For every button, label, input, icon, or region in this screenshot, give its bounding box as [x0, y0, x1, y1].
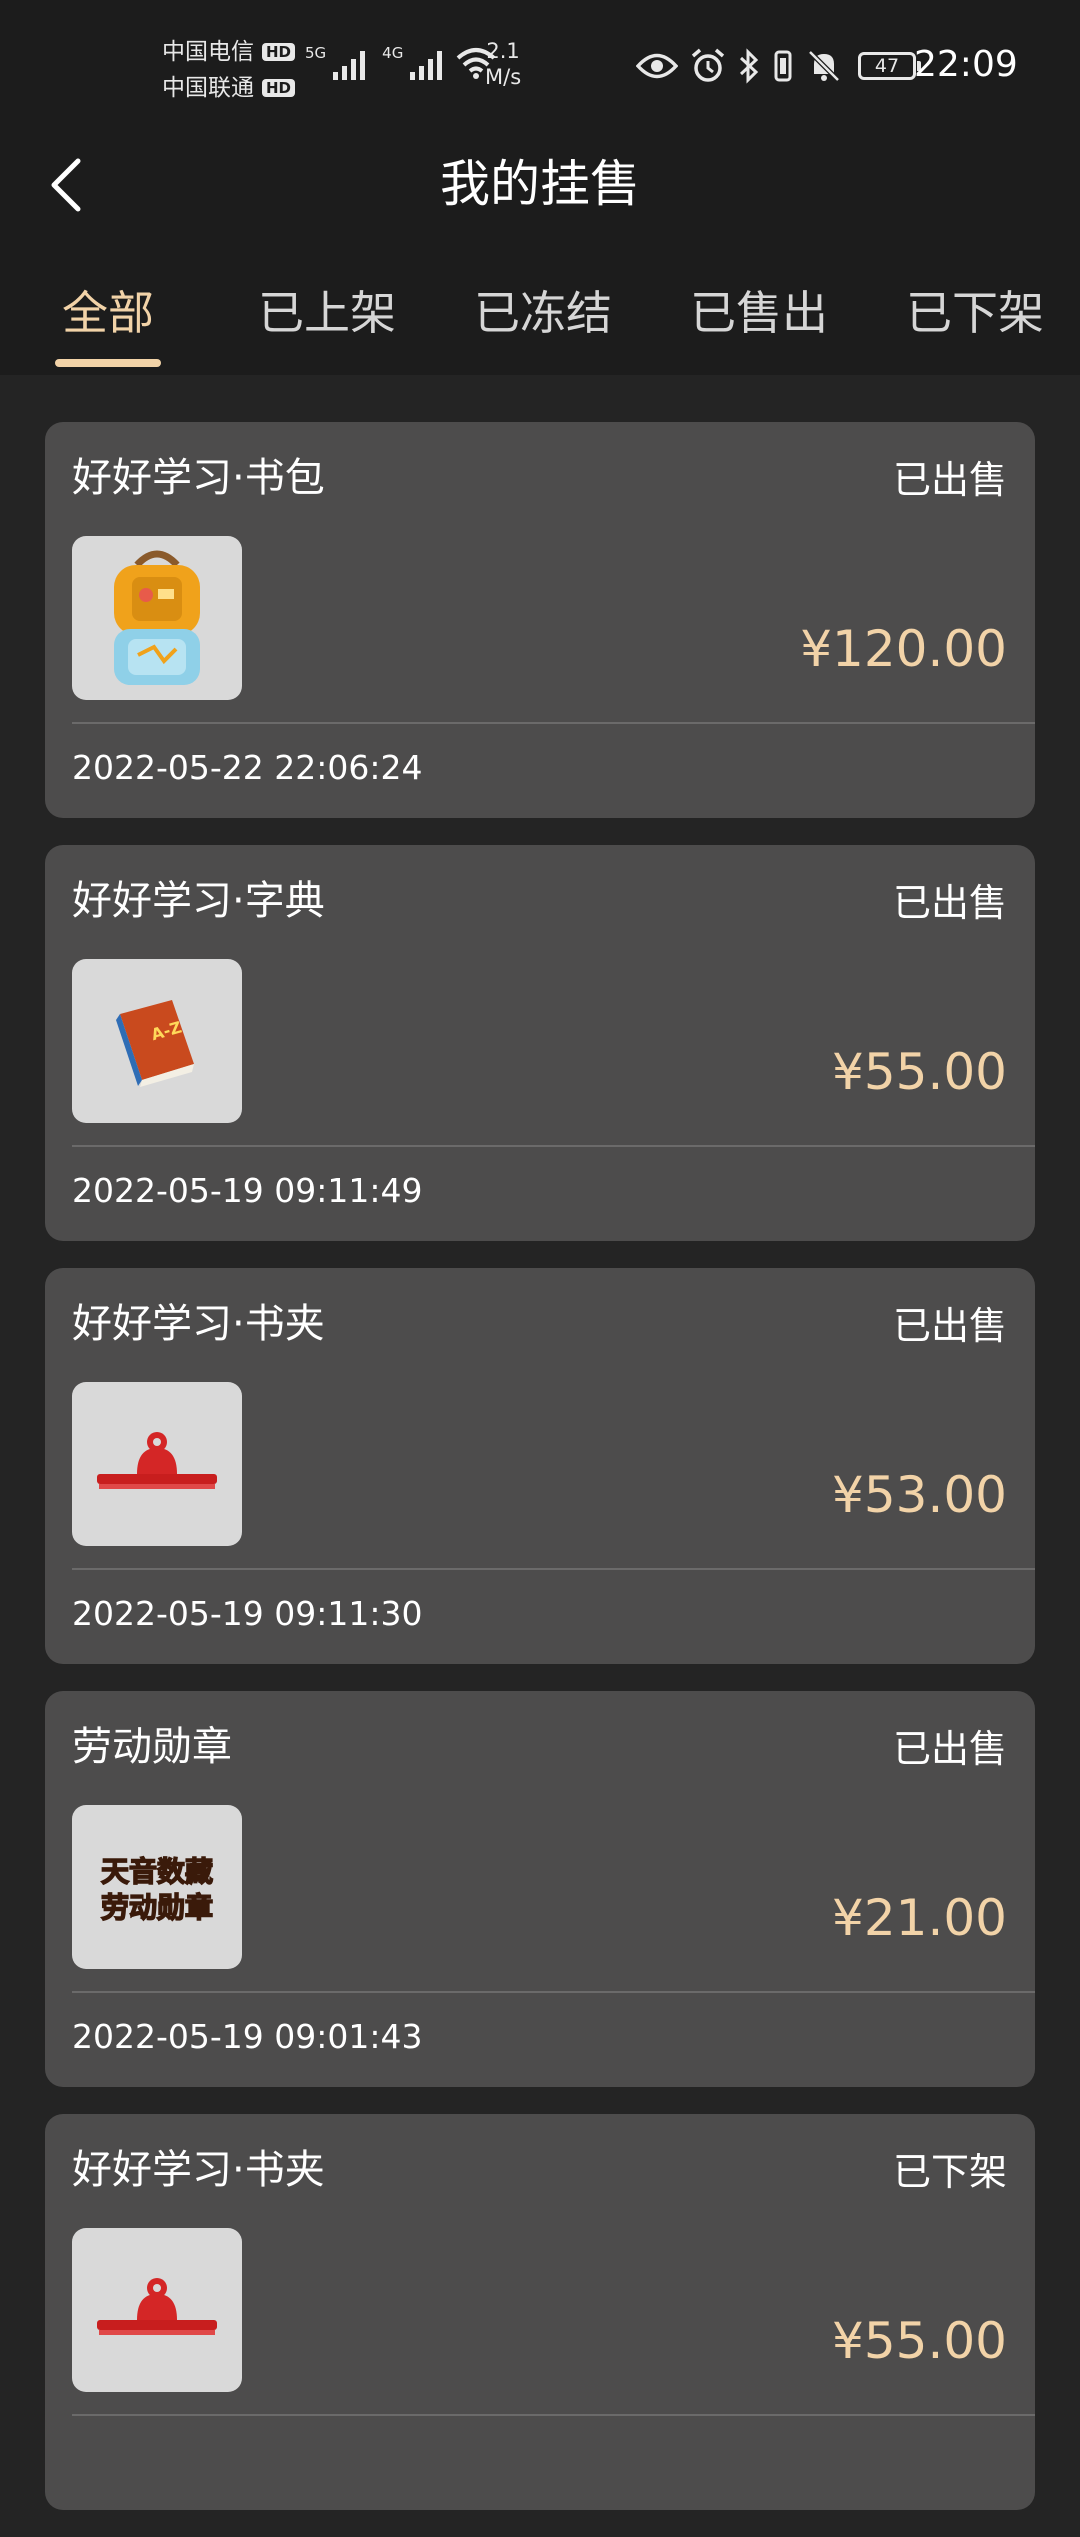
system-icons: 47: [636, 48, 921, 84]
eye-icon: [636, 53, 678, 79]
labor-medal-image: 天音数藏 劳动勋章: [100, 1854, 214, 1925]
listing-status: 已下架: [892, 2150, 1007, 2194]
card-divider: [72, 1145, 1035, 1147]
listing-thumbnail[interactable]: [72, 2228, 242, 2392]
page-title: 我的挂售: [440, 155, 640, 213]
tab-sold[interactable]: 已售出: [690, 281, 828, 345]
listing-price: ¥120.00: [800, 620, 1007, 678]
status-bar: 中国电信 HD 中国联通 HD 5G 4G 2.1 M/s 47 22:09: [0, 0, 1080, 130]
network-speed: 2.1 M/s: [485, 38, 521, 90]
binder-clip-image: [97, 1432, 217, 1489]
mute-icon: [808, 50, 840, 82]
listing-card[interactable]: 劳动勋章 已出售 天音数藏 劳动勋章 ¥21.00 2022-05-19 09:…: [45, 1691, 1035, 2087]
listing-status: 已出售: [892, 1304, 1007, 1348]
tab-listed[interactable]: 已上架: [258, 281, 396, 345]
backpack-image: [114, 550, 200, 685]
alarm-icon: [691, 48, 725, 82]
listing-time: 2022-05-19 09:11:49: [72, 1171, 423, 1210]
card-divider: [72, 1568, 1035, 1570]
binder-clip-image: [97, 2278, 217, 2335]
listing-time: 2022-05-22 22:06:24: [72, 748, 423, 787]
hd-badge-1: HD: [262, 43, 296, 61]
hd-badge-2: HD: [262, 79, 296, 97]
listing-status: 已出售: [892, 1727, 1007, 1771]
listing-thumbnail[interactable]: [72, 536, 242, 700]
listing-thumbnail[interactable]: 天音数藏 劳动勋章: [72, 1805, 242, 1969]
carrier-name-1: 中国电信: [162, 39, 254, 65]
signal-icon: [410, 51, 443, 80]
dictionary-image: A-Z: [116, 1000, 194, 1087]
listing-card[interactable]: 好好学习·书包 已出售 ¥120.00 2022-05-22 22:06:24: [45, 422, 1035, 818]
listing-card[interactable]: 好好学习·书夹 已出售 ¥53.00 2022-05-19 09:11:30: [45, 1268, 1035, 1664]
listing-time: 2022-05-19 09:11:30: [72, 1594, 423, 1633]
listing-status: 已出售: [892, 458, 1007, 502]
listing-price: ¥21.00: [832, 1889, 1007, 1947]
tab-delisted[interactable]: 已下架: [906, 281, 1044, 345]
listing-card[interactable]: 好好学习·字典 已出售 A-Z ¥55.00 2022-05-19 09:11:…: [45, 845, 1035, 1241]
signal-icon: [333, 51, 366, 80]
listing-price: ¥55.00: [832, 1043, 1007, 1101]
medal-name-text: 劳动勋章: [101, 1891, 213, 1924]
card-divider: [72, 722, 1035, 724]
bluetooth-icon: [739, 48, 759, 84]
battery-icon: 47: [858, 52, 921, 80]
speed-unit: M/s: [485, 65, 522, 89]
card-divider: [72, 1991, 1035, 1993]
network-type-1: 5G: [305, 44, 327, 62]
listing-title: 好好学习·书包: [72, 455, 325, 501]
clock: 22:09: [914, 44, 1018, 85]
network-type-2: 4G: [382, 44, 404, 62]
network-indicators: 5G 4G: [305, 46, 497, 80]
active-tab-indicator: [55, 359, 161, 367]
vibrate-icon: [774, 50, 792, 82]
card-divider: [72, 2414, 1035, 2416]
navigation-bar: 我的挂售: [0, 130, 1080, 245]
listing-card[interactable]: 好好学习·书夹 已下架 ¥55.00: [45, 2114, 1035, 2510]
listing-title: 劳动勋章: [72, 1724, 232, 1770]
speed-value: 2.1: [486, 39, 520, 63]
listing-title: 好好学习·书夹: [72, 2147, 325, 2193]
listing-time: 2022-05-19 09:01:43: [72, 2017, 423, 2056]
tab-bar: 全部 已上架 已冻结 已售出 已下架: [0, 245, 1080, 375]
tab-frozen[interactable]: 已冻结: [474, 281, 612, 345]
carrier-name-2: 中国联通: [162, 75, 254, 101]
listing-thumbnail[interactable]: [72, 1382, 242, 1546]
listing-list: 好好学习·书包 已出售 ¥120.00 2022-05-22 22:06:24 …: [45, 422, 1035, 2537]
listing-thumbnail[interactable]: A-Z: [72, 959, 242, 1123]
listing-title: 好好学习·书夹: [72, 1301, 325, 1347]
listing-status: 已出售: [892, 881, 1007, 925]
listing-price: ¥55.00: [832, 2312, 1007, 2370]
medal-brand-text: 天音数藏: [101, 1855, 213, 1888]
listing-title: 好好学习·字典: [72, 878, 325, 924]
listing-price: ¥53.00: [832, 1466, 1007, 1524]
tab-all[interactable]: 全部: [62, 281, 154, 345]
carrier-info: 中国电信 HD 中国联通 HD: [162, 34, 296, 106]
